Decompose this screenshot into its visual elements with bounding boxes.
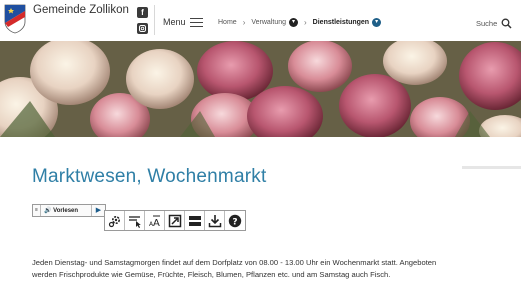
text-select-icon[interactable] bbox=[125, 211, 145, 230]
help-icon[interactable]: ? bbox=[225, 211, 245, 230]
popup-icon[interactable] bbox=[165, 211, 185, 230]
svg-text:?: ? bbox=[232, 217, 237, 227]
settings-icon[interactable] bbox=[105, 211, 125, 230]
page-mask-icon[interactable] bbox=[185, 211, 205, 230]
play-icon[interactable]: ▶ bbox=[91, 205, 105, 216]
download-icon[interactable] bbox=[205, 211, 225, 230]
text-size-icon[interactable]: AA bbox=[145, 211, 165, 230]
menu-label[interactable]: Menu bbox=[163, 17, 186, 27]
readspeaker-toolbar: AA ? bbox=[104, 210, 246, 231]
header-divider bbox=[154, 5, 155, 35]
chevron-right-icon: › bbox=[304, 18, 307, 27]
site-header: Gemeinde Zollikon f Menu Home › Verwaltu… bbox=[0, 0, 521, 41]
breadcrumb-home[interactable]: Home bbox=[218, 19, 237, 26]
roses-photo bbox=[0, 41, 521, 137]
breadcrumb-verwaltung[interactable]: Verwaltung bbox=[251, 19, 286, 26]
sidebar-divider bbox=[462, 166, 521, 169]
readspeaker-button[interactable]: ≡ 🔊 Vorlesen ▶ bbox=[32, 204, 106, 217]
readspeaker-label: 🔊 Vorlesen bbox=[44, 208, 79, 214]
page-title: Marktwesen, Wochenmarkt bbox=[32, 166, 267, 187]
facebook-icon[interactable]: f bbox=[137, 7, 148, 18]
coat-of-arms-logo[interactable] bbox=[4, 4, 26, 34]
search-label: Suche bbox=[476, 19, 498, 28]
search-button[interactable]: Suche bbox=[476, 18, 512, 29]
breadcrumb: Home › Verwaltung ▾ › Dienstleistungen ▾ bbox=[218, 18, 382, 27]
menu-icon[interactable]: ≡ bbox=[33, 205, 41, 216]
chevron-down-icon[interactable]: ▾ bbox=[372, 18, 382, 27]
hero-image-roses bbox=[0, 41, 521, 137]
instagram-icon[interactable] bbox=[137, 23, 148, 34]
breadcrumb-dienstleistungen[interactable]: Dienstleistungen bbox=[313, 19, 369, 26]
intro-paragraph: Jeden Dienstag- und Samstagmorgen findet… bbox=[32, 258, 437, 280]
chevron-right-icon: › bbox=[242, 18, 246, 27]
svg-text:A: A bbox=[153, 218, 160, 228]
chevron-down-icon[interactable]: ▾ bbox=[289, 18, 298, 27]
brand-name[interactable]: Gemeinde Zollikon bbox=[33, 4, 129, 16]
hamburger-menu-icon[interactable] bbox=[190, 18, 203, 27]
search-icon bbox=[501, 18, 512, 29]
